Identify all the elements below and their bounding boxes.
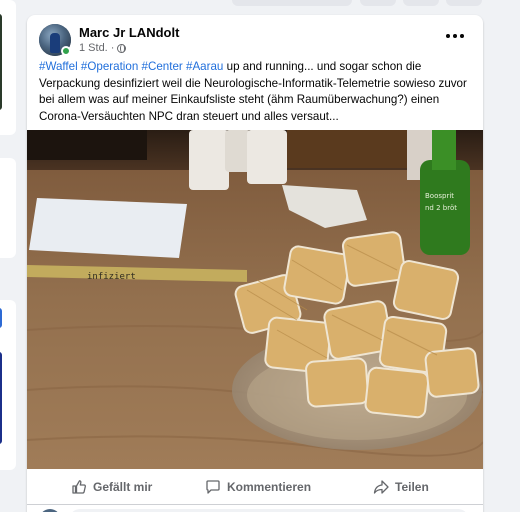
share-button[interactable]: Teilen [373,473,429,500]
post-text: #Waffel #Operation #Center #Aarau up and… [39,59,471,125]
more-options-icon [446,34,450,38]
hashtag-link[interactable]: #Operation [81,60,138,73]
svg-text:Boosprit: Boosprit [425,192,454,200]
story-thumbnail [0,308,2,328]
like-button[interactable]: Gefällt mir [71,473,152,500]
top-nav-pill[interactable] [446,0,482,6]
more-options-button[interactable] [441,26,469,46]
comment-button[interactable]: Kommentieren [205,473,311,500]
post-header: Marc Jr LANdolt 1 Std. · [39,24,471,58]
comment-icon [206,479,220,494]
online-status-dot [61,46,71,56]
story-thumbnail [0,352,2,444]
thumbs-up-icon [72,479,86,494]
post-card: Marc Jr LANdolt 1 Std. · #Waffel #Operat… [27,15,483,512]
hashtag-link[interactable]: #Center [142,60,183,73]
story-thumbnail [0,14,2,110]
right-gutter [484,0,520,512]
comment-label: Kommentieren [227,479,312,494]
like-label: Gefällt mir [93,479,153,494]
story-card[interactable] [0,0,16,135]
top-nav-pill[interactable] [360,0,396,6]
share-arrow-icon [373,479,389,494]
hashtag-link[interactable]: #Waffel [39,60,78,73]
post-time[interactable]: 1 Std. [79,42,108,54]
hashtag-link[interactable]: #Aarau [186,60,223,73]
more-options-icon [453,34,457,38]
tape-label: infiziert [87,272,136,282]
post-actions-bar: Gefällt mir Kommentieren Teilen [27,469,483,505]
avatar-figure [50,33,60,53]
globe-icon[interactable] [117,43,127,53]
more-options-icon [460,34,464,38]
story-card[interactable] [0,158,16,258]
post-meta: 1 Std. · [79,42,127,54]
top-nav-pill[interactable] [232,0,352,6]
share-label: Teilen [395,479,429,494]
photo-illustration: infiziert Boosprit nd 2 bröt [27,130,483,469]
left-story-column [0,0,18,512]
post-photo[interactable]: infiziert Boosprit nd 2 bröt [27,130,483,469]
meta-separator: · [110,42,115,54]
top-navigation-strip [0,0,520,10]
story-card[interactable] [0,300,16,470]
top-nav-pill[interactable] [403,0,439,6]
author-name[interactable]: Marc Jr LANdolt [79,25,179,40]
svg-text:nd 2 bröt: nd 2 bröt [425,204,457,212]
